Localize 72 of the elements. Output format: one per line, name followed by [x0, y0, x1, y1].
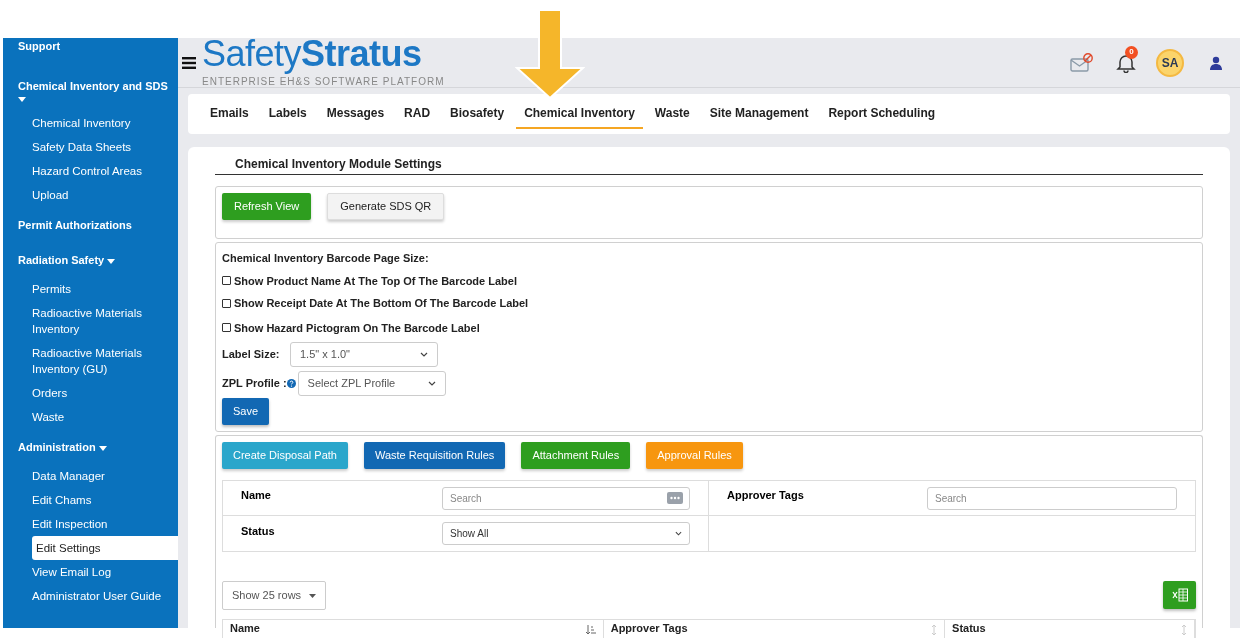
status-select[interactable]: Show All: [442, 522, 690, 545]
menu-icon[interactable]: [182, 56, 196, 69]
tab[interactable]: Biosafety: [442, 99, 513, 129]
sidebar-item[interactable]: Data Manager: [32, 464, 178, 488]
sidebar-item[interactable]: Upload: [32, 183, 178, 207]
checkbox-label: Show Product Name At The Top Of The Barcode Label: [234, 273, 517, 289]
sidebar-item[interactable]: Waste: [32, 405, 178, 429]
column-header[interactable]: Status: [952, 620, 1181, 637]
mail-blocked-icon[interactable]: [1070, 52, 1094, 73]
excel-export-button[interactable]: [1163, 581, 1196, 609]
action-button[interactable]: Refresh View: [222, 193, 312, 220]
field-label: Label Size:: [222, 347, 281, 362]
checkbox[interactable]: [222, 276, 231, 286]
column-header[interactable]: Name: [230, 620, 586, 637]
more-icon[interactable]: [667, 492, 683, 504]
sidebar-item[interactable]: Administrator User Guide: [32, 584, 178, 608]
barcode-heading: Chemical Inventory Barcode Page Size:: [222, 251, 430, 266]
tab[interactable]: Emails: [202, 99, 257, 129]
approver-tags-search-field[interactable]: Search: [927, 486, 1177, 510]
field-label: ZPL Profile :: [222, 376, 287, 392]
caret-icon: [309, 593, 317, 598]
sidebar-section[interactable]: Radiation Safety: [3, 242, 178, 277]
section-title: Chemical Inventory Module Settings: [215, 155, 1203, 175]
help-icon[interactable]: [286, 379, 296, 388]
rule-button[interactable]: Attachment Rules: [521, 442, 631, 469]
sidebar-section[interactable]: Support: [3, 38, 178, 68]
sidebar-section[interactable]: Administration: [3, 429, 178, 464]
sidebar-item[interactable]: Radioactive Materials Inventory (GU): [32, 341, 178, 381]
sidebar-section[interactable]: Permit Authorizations: [3, 207, 178, 242]
sidebar-item[interactable]: Radioactive Materials Inventory: [32, 301, 178, 341]
sidebar-section[interactable]: Chemical Inventory and SDS: [3, 68, 178, 111]
tab[interactable]: Site Management: [701, 99, 817, 129]
sidebar-item[interactable]: Permits: [32, 277, 178, 301]
column-header[interactable]: Approver Tags: [610, 620, 932, 637]
sidebar-item[interactable]: Safety Data Sheets: [32, 135, 178, 159]
checkbox-label: Show Hazard Pictogram On The Barcode Label: [234, 320, 480, 336]
sort-icon[interactable]: [585, 625, 596, 635]
sidebar-item[interactable]: Edit Settings: [32, 536, 178, 560]
tab[interactable]: Labels: [260, 99, 315, 129]
tagline: ENTERPRISE EH&S SOFTWARE PLATFORM: [202, 74, 445, 89]
filter-label: Status: [241, 523, 276, 539]
page-length-select[interactable]: Show 25 rows: [222, 581, 327, 610]
sidebar-item[interactable]: Chemical Inventory: [32, 111, 178, 135]
rule-button[interactable]: Create Disposal Path: [222, 442, 348, 469]
save-button[interactable]: Save: [222, 398, 270, 425]
sidebar-item[interactable]: Edit Inspection: [32, 512, 178, 536]
filter-label: Name: [241, 488, 272, 504]
name-search-field[interactable]: Search: [442, 486, 690, 510]
tab[interactable]: Chemical Inventory: [516, 99, 643, 129]
tab[interactable]: RAD: [396, 99, 439, 129]
sidebar-item[interactable]: View Email Log: [32, 560, 178, 584]
zpl-profile-select[interactable]: Select ZPL Profile: [297, 371, 446, 396]
sidebar-item[interactable]: Hazard Control Areas: [32, 159, 178, 183]
checkbox-label: Show Receipt Date At The Bottom Of The Barcode Label: [234, 296, 529, 311]
filter-label: Approver Tags: [727, 488, 805, 504]
label-size-select[interactable]: 1.5" x 1.0": [290, 342, 438, 367]
sidebar-item[interactable]: Orders: [32, 381, 178, 405]
spreadsheet-icon: [1171, 588, 1188, 602]
tab[interactable]: Messages: [318, 99, 393, 129]
checkbox[interactable]: [222, 298, 231, 308]
checkbox[interactable]: [222, 323, 231, 333]
tab[interactable]: Waste: [646, 99, 698, 129]
rule-button[interactable]: Waste Requisition Rules: [363, 442, 506, 469]
user-avatar[interactable]: SA: [1156, 48, 1184, 77]
chevron-down-icon: [420, 352, 428, 357]
chevron-down-icon: [427, 381, 436, 386]
user-icon[interactable]: [1210, 55, 1222, 70]
chevron-down-icon: [675, 531, 682, 536]
tab[interactable]: Report Scheduling: [820, 99, 944, 129]
notification-badge: 0: [1125, 45, 1138, 59]
action-button[interactable]: Generate SDS QR: [327, 193, 445, 220]
sidebar-item[interactable]: Edit Chams: [32, 488, 178, 512]
